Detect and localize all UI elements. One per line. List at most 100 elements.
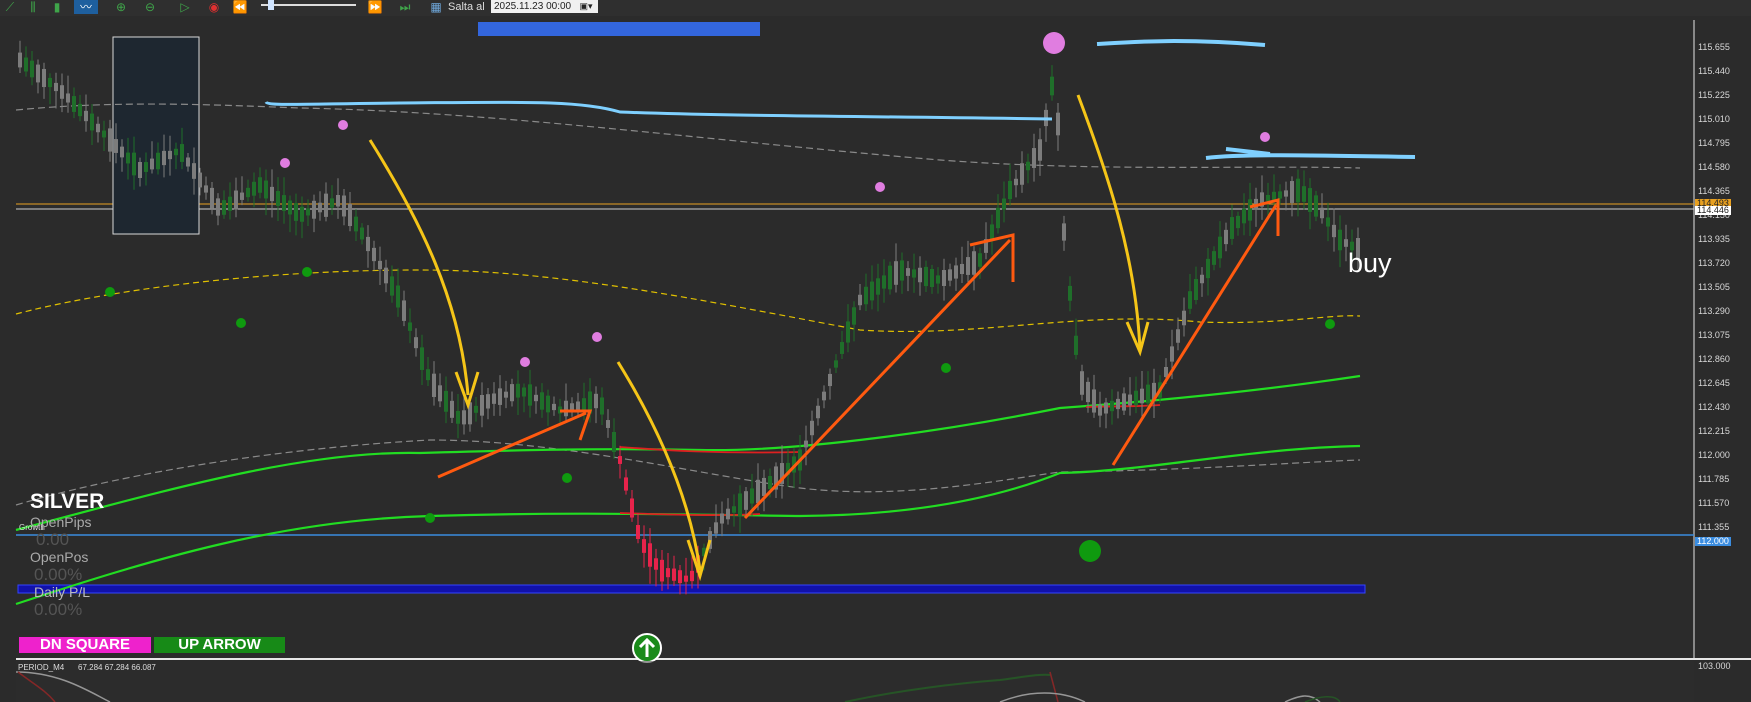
- candle-body: [150, 158, 154, 170]
- buy-signal: [562, 473, 572, 483]
- candle-body: [1182, 310, 1186, 326]
- candle-body: [1194, 279, 1198, 300]
- price-tick-label: 113.505: [1698, 282, 1730, 292]
- candle-body: [846, 321, 850, 343]
- candle-body: [912, 269, 916, 278]
- candle-body: [540, 392, 544, 410]
- candle-body: [936, 275, 940, 284]
- candle-body: [1200, 274, 1204, 284]
- price-tick-label: 114.795: [1698, 138, 1730, 148]
- buy-signal: [105, 287, 115, 297]
- candle-body: [294, 203, 298, 221]
- candle-body: [1170, 346, 1174, 362]
- candle-body: [1308, 188, 1312, 212]
- candle-body: [234, 190, 238, 210]
- candle-body: [84, 110, 88, 122]
- candle-body: [1332, 224, 1336, 238]
- candle-body: [396, 285, 400, 308]
- candle-body: [594, 393, 598, 409]
- candle-body: [78, 103, 82, 117]
- candle-body: [72, 96, 76, 112]
- price-tick-label: 112.215: [1698, 426, 1730, 436]
- candle-body: [1134, 390, 1138, 406]
- candle-body: [456, 410, 460, 424]
- fast-ma: [15, 374, 1361, 532]
- candle-body: [126, 152, 130, 164]
- indicator-name: PERIOD_M4: [18, 663, 65, 672]
- candle-body: [720, 513, 724, 524]
- candle-body: [1176, 329, 1180, 343]
- candle-body: [360, 227, 364, 240]
- candle-body: [972, 251, 976, 275]
- candle-body: [1212, 251, 1216, 265]
- candle-body: [192, 163, 196, 179]
- candle-body: [168, 150, 172, 160]
- candle-body: [198, 172, 202, 188]
- candle-body: [282, 195, 286, 211]
- candle-body: [318, 202, 322, 213]
- candle-body: [528, 384, 532, 406]
- candle-body: [1338, 229, 1342, 251]
- candle-body: [522, 387, 526, 397]
- candle-body: [240, 192, 244, 200]
- candle-body: [108, 128, 112, 152]
- sell-signal: [280, 158, 290, 168]
- candle-body: [876, 278, 880, 295]
- candle-body: [804, 440, 808, 448]
- candle-body: [714, 522, 718, 534]
- candle-body: [342, 195, 346, 217]
- candle-body: [612, 431, 616, 453]
- candle-body: [564, 400, 568, 417]
- up-arrow-button[interactable]: UP ARROW: [154, 637, 285, 653]
- candle-body: [1284, 190, 1288, 197]
- candle-body: [36, 64, 40, 83]
- candle-body: [930, 268, 934, 288]
- candle-body: [642, 539, 646, 553]
- buy-signal: [1325, 319, 1335, 329]
- candle-body: [1104, 402, 1108, 414]
- candle-body: [162, 150, 166, 166]
- sell-signal-large: [1043, 32, 1065, 54]
- candle-body: [948, 269, 952, 281]
- candle-body: [498, 388, 502, 405]
- candle-body: [48, 77, 52, 88]
- candle-body: [486, 394, 490, 409]
- candle-body: [24, 57, 28, 72]
- candle-body: [462, 410, 466, 425]
- candle-body: [216, 198, 220, 216]
- candle-body: [666, 568, 670, 578]
- open-pips-label: OpenPips: [30, 514, 92, 530]
- sell-signal: [338, 120, 348, 130]
- candle-body: [1128, 394, 1132, 406]
- candle-body: [828, 373, 832, 387]
- level-tag: 112.000: [1695, 536, 1731, 546]
- candle-body: [354, 216, 358, 232]
- candle-body: [852, 307, 856, 325]
- candle-body: [1002, 198, 1006, 210]
- candle-body: [732, 506, 736, 513]
- buy-signal-large: [1079, 540, 1101, 562]
- candle-body: [840, 342, 844, 354]
- candle-body: [1314, 195, 1318, 217]
- price-tick-label: 113.290: [1698, 306, 1730, 316]
- candle-body: [636, 525, 640, 539]
- candle-body: [1074, 335, 1078, 355]
- candle-body: [648, 543, 652, 567]
- candle-body: [366, 236, 370, 252]
- candle-body: [336, 195, 340, 207]
- candle-body: [420, 347, 424, 370]
- candle-body: [480, 395, 484, 416]
- candle-body: [246, 187, 250, 198]
- candle-body: [1014, 178, 1018, 186]
- candle-body: [492, 393, 496, 404]
- candle-body: [678, 570, 682, 584]
- candle-body: [1278, 191, 1282, 199]
- dn-square-button[interactable]: DN SQUARE: [19, 637, 151, 653]
- candle-body: [906, 268, 910, 276]
- candle-body: [210, 187, 214, 209]
- price-tick-label: 112.430: [1698, 402, 1730, 412]
- candle-body: [504, 391, 508, 398]
- candle-body: [978, 253, 982, 267]
- candle-body: [1290, 181, 1294, 203]
- candle-body: [204, 185, 208, 193]
